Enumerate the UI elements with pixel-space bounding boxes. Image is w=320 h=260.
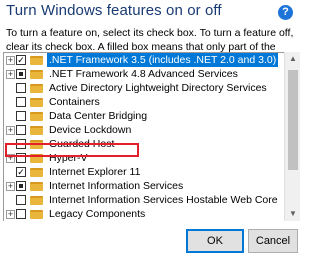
feature-row[interactable]: + .NET Framework 4.8 Advanced Services (4, 67, 285, 81)
feature-checkbox[interactable] (16, 69, 26, 79)
expand-icon[interactable]: + (6, 210, 15, 219)
feature-checkbox[interactable]: ✓ (16, 167, 26, 177)
feature-row[interactable]: + Hyper-V (4, 151, 285, 165)
feature-label: .NET Framework 3.5 (includes .NET 2.0 an… (47, 53, 279, 67)
feature-label: Legacy Components (49, 208, 146, 220)
feature-row[interactable]: Active Directory Lightweight Directory S… (4, 81, 285, 95)
feature-label: Device Lockdown (49, 124, 132, 136)
feature-row[interactable]: + Legacy Components (4, 207, 285, 221)
scroll-up-arrow-icon[interactable]: ▲ (285, 52, 301, 66)
feature-checkbox[interactable] (16, 97, 26, 107)
feature-checkbox[interactable] (16, 209, 26, 219)
folder-icon (30, 182, 43, 191)
folder-icon (30, 56, 43, 65)
folder-icon (30, 154, 43, 163)
windows-features-dialog: Turn Windows features on or off ? To tur… (0, 0, 300, 260)
feature-label: Internet Information Services (49, 180, 184, 192)
feature-label: .NET Framework 4.8 Advanced Services (49, 68, 238, 80)
folder-icon (30, 98, 43, 107)
feature-row[interactable]: ✓ Internet Explorer 11 (4, 165, 285, 179)
expand-icon[interactable]: + (6, 182, 15, 191)
feature-label: Containers (49, 96, 100, 108)
feature-label: Data Center Bridging (49, 110, 148, 122)
feature-checkbox[interactable] (16, 111, 26, 121)
feature-label: Active Directory Lightweight Directory S… (49, 82, 267, 94)
folder-icon (30, 126, 43, 135)
feature-row[interactable]: + Device Lockdown (4, 123, 285, 137)
folder-icon (30, 168, 43, 177)
feature-row[interactable]: Internet Information Services Hostable W… (4, 193, 285, 207)
cancel-button[interactable]: Cancel (248, 229, 298, 253)
feature-row[interactable]: + Internet Information Services (4, 179, 285, 193)
feature-checkbox[interactable] (16, 195, 26, 205)
expand-icon[interactable]: + (6, 56, 15, 65)
feature-row[interactable]: Data Center Bridging (4, 109, 285, 123)
folder-icon (30, 140, 43, 149)
dialog-title: Turn Windows features on or off (6, 2, 222, 19)
help-icon[interactable]: ? (278, 5, 293, 20)
feature-checkbox[interactable] (16, 153, 26, 163)
feature-checkbox[interactable] (16, 139, 26, 149)
ok-button[interactable]: OK (186, 229, 244, 253)
feature-label: Internet Information Services Hostable W… (49, 194, 278, 206)
folder-icon (30, 210, 43, 219)
folder-icon (30, 84, 43, 93)
expand-icon[interactable]: + (6, 126, 15, 135)
feature-label: Hyper-V (49, 152, 88, 164)
feature-checkbox[interactable] (16, 83, 26, 93)
feature-checkbox[interactable]: ✓ (16, 55, 26, 65)
feature-checkbox[interactable] (16, 125, 26, 135)
features-tree: + ✓ .NET Framework 3.5 (includes .NET 2.0 … (3, 52, 300, 221)
feature-label: Internet Explorer 11 (49, 166, 141, 178)
folder-icon (30, 112, 43, 121)
tree-scrollbar[interactable]: ▲ ▼ (284, 52, 300, 221)
expand-icon[interactable]: + (6, 154, 15, 163)
folder-icon (30, 196, 43, 205)
feature-checkbox[interactable] (16, 181, 26, 191)
expand-icon[interactable]: + (6, 70, 15, 79)
feature-row[interactable]: + ✓ .NET Framework 3.5 (includes .NET 2.0 … (4, 53, 285, 67)
scroll-down-arrow-icon[interactable]: ▼ (285, 207, 301, 221)
scroll-thumb[interactable] (288, 70, 298, 170)
folder-icon (30, 70, 43, 79)
feature-row[interactable]: Guarded Host (4, 137, 285, 151)
feature-row[interactable]: Containers (4, 95, 285, 109)
feature-label: Guarded Host (49, 138, 115, 150)
